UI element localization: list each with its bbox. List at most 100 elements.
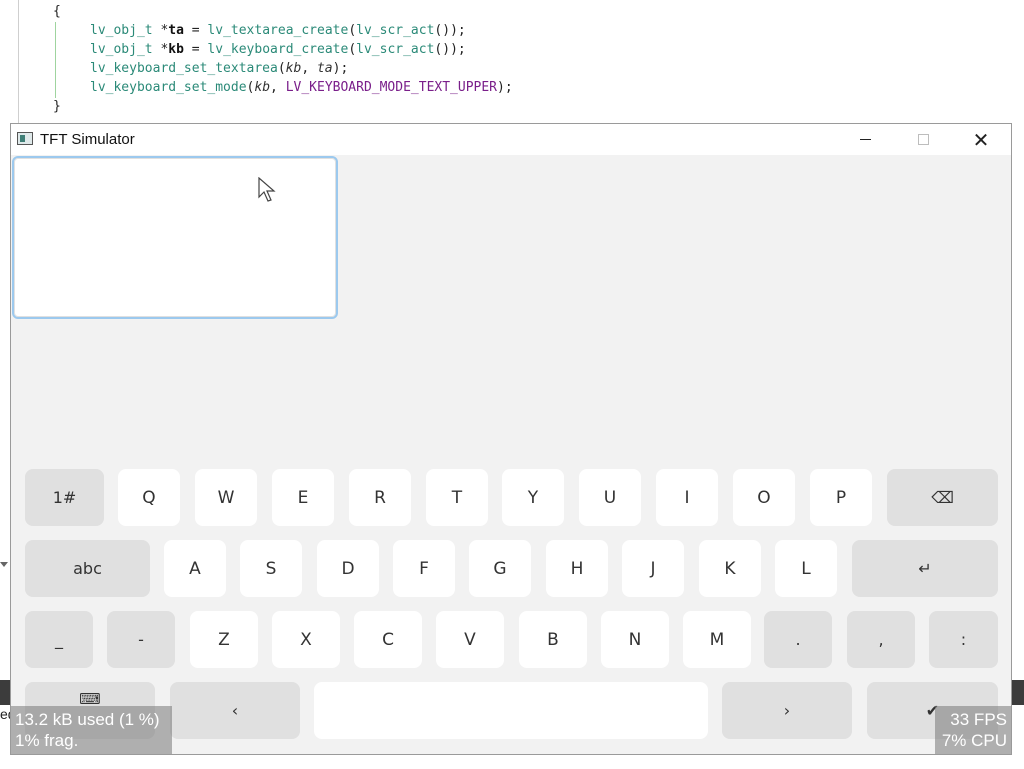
key-k-label: K bbox=[724, 558, 736, 579]
key-x-label: X bbox=[300, 629, 312, 650]
key-colon-label: : bbox=[960, 630, 967, 649]
fold-arrow-icon[interactable] bbox=[0, 562, 8, 567]
key-keyboard-label: ⌨ bbox=[79, 689, 101, 708]
key-w[interactable]: W bbox=[195, 469, 257, 526]
key-v-label: V bbox=[464, 629, 476, 650]
code-line-4: lv_keyboard_set_textarea(kb, ta); bbox=[90, 61, 349, 76]
key-enter[interactable]: ↵ bbox=[852, 540, 998, 597]
code-line-6: } bbox=[53, 99, 61, 114]
key-s[interactable]: S bbox=[240, 540, 302, 597]
key-i[interactable]: I bbox=[656, 469, 718, 526]
key-underscore-label: _ bbox=[55, 630, 63, 649]
key-y[interactable]: Y bbox=[502, 469, 564, 526]
code-line-2: lv_obj_t *ta = lv_textarea_create(lv_scr… bbox=[90, 23, 466, 38]
key-c[interactable]: C bbox=[354, 611, 422, 668]
key-h[interactable]: H bbox=[546, 540, 608, 597]
side-panel-edge-right bbox=[1012, 680, 1024, 705]
key-j-label: J bbox=[650, 558, 656, 579]
key-dash-label: - bbox=[138, 630, 144, 649]
key-z-label: Z bbox=[218, 629, 230, 650]
memory-used-text: 13.2 kB used (1 %) bbox=[15, 710, 160, 729]
key-b[interactable]: B bbox=[519, 611, 587, 668]
lvgl-screen: 1# Q W E R T Y U I O P ⌫ abc A S D F G H J K L ↵ _ - Z X C V B N M.,: ⌨ ‹… bbox=[11, 155, 1011, 754]
key-j[interactable]: J bbox=[622, 540, 684, 597]
key-m-label: M bbox=[709, 629, 725, 650]
key-left-label: ‹ bbox=[231, 701, 239, 720]
code-editor: { lv_obj_t *ta = lv_textarea_create(lv_s… bbox=[0, 0, 1024, 123]
key-r[interactable]: R bbox=[349, 469, 411, 526]
close-icon: ✕ bbox=[972, 127, 990, 152]
key-w-label: W bbox=[217, 487, 235, 508]
minimize-icon bbox=[859, 139, 871, 140]
key-t[interactable]: T bbox=[426, 469, 488, 526]
key-backspace-label: ⌫ bbox=[931, 488, 954, 507]
key-c-label: C bbox=[382, 629, 394, 650]
fps-text: 33 FPS bbox=[950, 710, 1007, 729]
key-comma[interactable]: , bbox=[847, 611, 915, 668]
key-space[interactable] bbox=[314, 682, 708, 739]
key-a[interactable]: A bbox=[164, 540, 226, 597]
key-z[interactable]: Z bbox=[190, 611, 258, 668]
key-period-label: . bbox=[795, 630, 801, 649]
key-u-label: U bbox=[603, 487, 617, 508]
tft-simulator-window: TFT Simulator ✕ 1# Q W E R T Y U I O P ⌫ abc A S D F G H J K… bbox=[10, 123, 1012, 755]
key-d[interactable]: D bbox=[317, 540, 379, 597]
cpu-text: 7% CPU bbox=[941, 731, 1007, 750]
key-n[interactable]: N bbox=[601, 611, 669, 668]
key-enter-label: ↵ bbox=[918, 559, 932, 578]
memory-frag-text: 1% frag. bbox=[15, 731, 79, 750]
app-icon bbox=[17, 132, 33, 145]
key-k[interactable]: K bbox=[699, 540, 761, 597]
key-x[interactable]: X bbox=[272, 611, 340, 668]
key-abc[interactable]: abc bbox=[25, 540, 150, 597]
key-p-label: P bbox=[835, 487, 847, 508]
window-title: TFT Simulator bbox=[40, 131, 135, 148]
close-button[interactable]: ✕ bbox=[952, 124, 1010, 155]
key-backspace[interactable]: ⌫ bbox=[887, 469, 998, 526]
key-t-label: T bbox=[451, 487, 463, 508]
key-period[interactable]: . bbox=[764, 611, 832, 668]
key-o-label: O bbox=[757, 487, 771, 508]
key-o[interactable]: O bbox=[733, 469, 795, 526]
key-1#-label: 1# bbox=[52, 488, 77, 507]
key-abc-label: abc bbox=[73, 559, 102, 578]
memory-monitor: 13.2 kB used (1 %) 1% frag. bbox=[11, 706, 172, 754]
key-right-label: › bbox=[783, 701, 791, 720]
indent-guide bbox=[55, 22, 56, 98]
key-v[interactable]: V bbox=[436, 611, 504, 668]
code-line-5: lv_keyboard_set_mode(kb, LV_KEYBOARD_MOD… bbox=[90, 80, 513, 95]
key-left[interactable]: ‹ bbox=[170, 682, 300, 739]
key-a-label: A bbox=[189, 558, 201, 579]
key-dash[interactable]: - bbox=[107, 611, 175, 668]
mouse-cursor-icon bbox=[258, 177, 276, 202]
key-b-label: B bbox=[547, 629, 559, 650]
code-line-3: lv_obj_t *kb = lv_keyboard_create(lv_scr… bbox=[90, 42, 466, 57]
title-bar: TFT Simulator ✕ bbox=[11, 124, 1011, 155]
key-p[interactable]: P bbox=[810, 469, 872, 526]
key-g-label: G bbox=[493, 558, 507, 579]
key-d-label: D bbox=[341, 558, 355, 579]
key-f-label: F bbox=[419, 558, 429, 579]
key-u[interactable]: U bbox=[579, 469, 641, 526]
maximize-button[interactable] bbox=[894, 124, 952, 155]
key-comma-label: , bbox=[878, 630, 884, 649]
key-1#[interactable]: 1# bbox=[25, 469, 104, 526]
key-l[interactable]: L bbox=[775, 540, 837, 597]
key-h-label: H bbox=[570, 558, 584, 579]
minimize-button[interactable] bbox=[836, 124, 894, 155]
key-l-label: L bbox=[801, 558, 811, 579]
key-q[interactable]: Q bbox=[118, 469, 180, 526]
performance-monitor: 33 FPS 7% CPU bbox=[935, 706, 1011, 754]
key-r-label: R bbox=[374, 487, 386, 508]
key-e-label: E bbox=[297, 487, 309, 508]
key-right[interactable]: › bbox=[722, 682, 852, 739]
maximize-icon bbox=[917, 134, 929, 145]
key-e[interactable]: E bbox=[272, 469, 334, 526]
key-f[interactable]: F bbox=[393, 540, 455, 597]
key-g[interactable]: G bbox=[469, 540, 531, 597]
key-colon[interactable]: : bbox=[929, 611, 998, 668]
key-underscore[interactable]: _ bbox=[25, 611, 93, 668]
key-s-label: S bbox=[265, 558, 277, 579]
key-m[interactable]: M bbox=[683, 611, 751, 668]
text-area[interactable] bbox=[12, 156, 338, 319]
